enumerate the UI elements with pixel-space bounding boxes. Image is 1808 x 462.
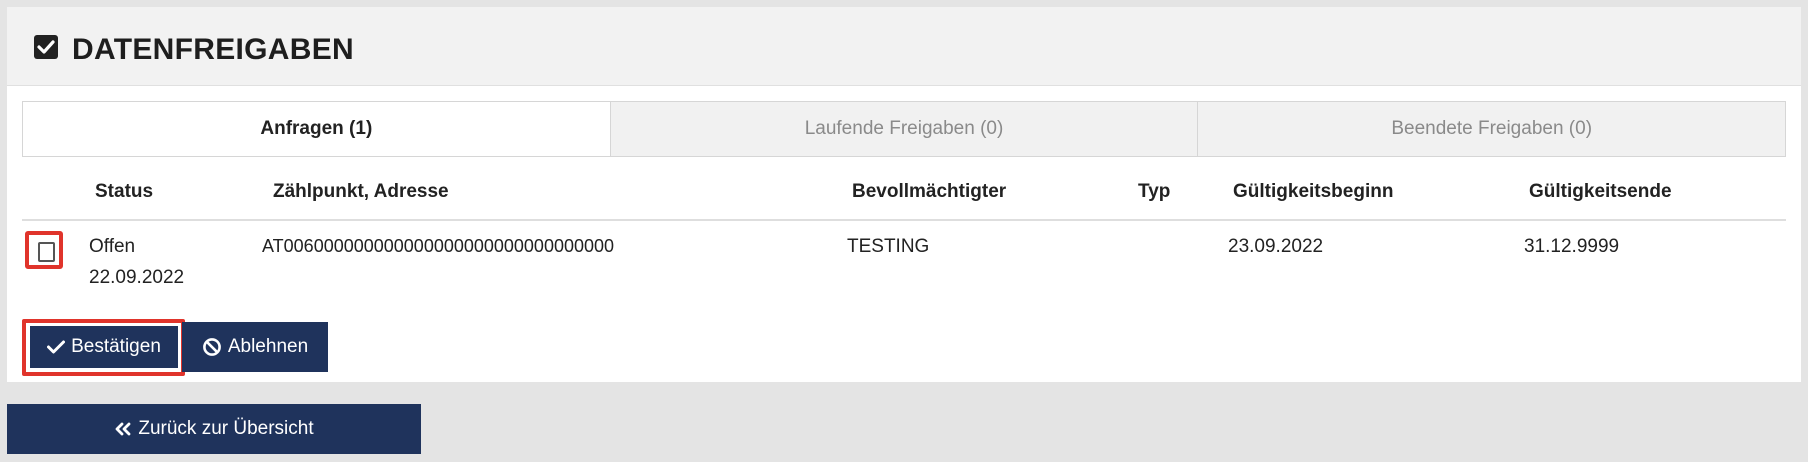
row-status: Offen <box>89 236 136 257</box>
checkbox-box <box>38 242 55 262</box>
column-header-gueltigkeitsende: Gültigkeitsende <box>1529 181 1672 202</box>
checkmark-icon <box>47 340 66 354</box>
tab-beendete-freigaben[interactable]: Beendete Freigaben (0) <box>1197 102 1786 156</box>
column-header-status: Status <box>95 181 154 202</box>
back-to-overview-button[interactable]: Zurück zur Übersicht <box>7 404 421 454</box>
double-chevron-left-icon <box>115 422 131 436</box>
back-button-label: Zurück zur Übersicht <box>138 418 314 439</box>
column-header-zaehlpunkt: Zählpunkt, Adresse <box>273 181 449 202</box>
row-zaehlpunkt: AT006000000000000000000000000000000 <box>262 236 615 256</box>
row-select-checkbox[interactable] <box>25 231 63 269</box>
panel-header: DATENFREIGABEN <box>7 7 1801 86</box>
column-header-bevollmaechtigter: Bevollmächtigter <box>852 181 1007 202</box>
page-title: DATENFREIGABEN <box>72 33 354 66</box>
row-gueltigkeitsbeginn: 23.09.2022 <box>1228 236 1324 257</box>
confirm-button-label: Bestätigen <box>71 336 161 357</box>
column-header-gueltigkeitsbeginn: Gültigkeitsbeginn <box>1233 181 1394 202</box>
checked-square-icon <box>34 35 58 59</box>
tab-laufende-freigaben[interactable]: Laufende Freigaben (0) <box>609 102 1198 156</box>
column-header-typ: Typ <box>1138 181 1171 202</box>
table-header-divider <box>22 219 1786 221</box>
confirm-button[interactable]: Bestätigen <box>30 326 178 368</box>
row-gueltigkeitsende: 31.12.9999 <box>1524 236 1620 257</box>
reject-button[interactable]: Ablehnen <box>182 322 328 372</box>
reject-button-label: Ablehnen <box>227 336 309 357</box>
ban-icon <box>202 338 221 356</box>
row-status-date: 22.09.2022 <box>89 267 185 288</box>
row-bevollmaechtigter: TESTING <box>847 236 930 257</box>
tab-bar: Anfragen (1) Laufende Freigaben (0) Been… <box>22 101 1786 157</box>
tab-anfragen[interactable]: Anfragen (1) <box>23 102 610 156</box>
data-sharing-panel: DATENFREIGABEN Anfragen (1) Laufende Fre… <box>7 7 1801 382</box>
